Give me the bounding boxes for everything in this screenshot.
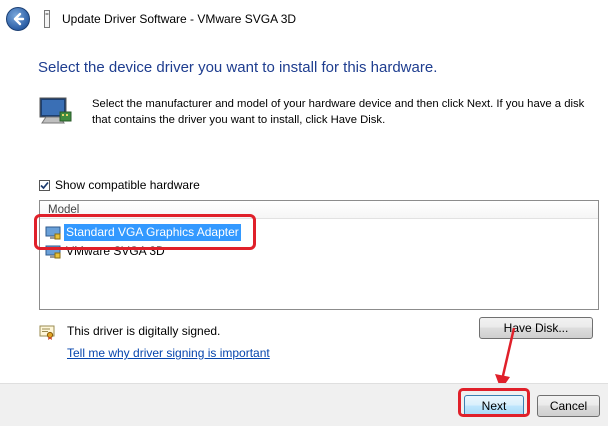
show-compatible-checkbox[interactable] — [39, 179, 50, 191]
back-arrow-icon — [13, 12, 25, 26]
annotation-highlight-model — [34, 214, 256, 250]
show-compatible-label[interactable]: Show compatible hardware — [55, 178, 200, 192]
checkmark-icon — [40, 181, 49, 189]
title-bar: Update Driver Software - VMware SVGA 3D — [0, 0, 608, 40]
annotation-highlight-next — [458, 388, 530, 417]
driver-signing-link[interactable]: Tell me why driver signing is important — [67, 346, 270, 360]
device-manager-icon — [44, 10, 50, 28]
signed-status-text: This driver is digitally signed. — [67, 324, 221, 338]
cancel-button[interactable]: Cancel — [537, 395, 600, 417]
monitor-icon — [39, 97, 72, 124]
instructions-text: Select the manufacturer and model of you… — [92, 98, 585, 126]
page-heading: Select the device driver you want to ins… — [38, 59, 438, 76]
window-title: Update Driver Software - VMware SVGA 3D — [62, 12, 297, 26]
show-compatible-row[interactable]: Show compatible hardware — [39, 178, 200, 192]
certificate-icon — [39, 325, 55, 340]
back-button[interactable] — [6, 7, 30, 31]
